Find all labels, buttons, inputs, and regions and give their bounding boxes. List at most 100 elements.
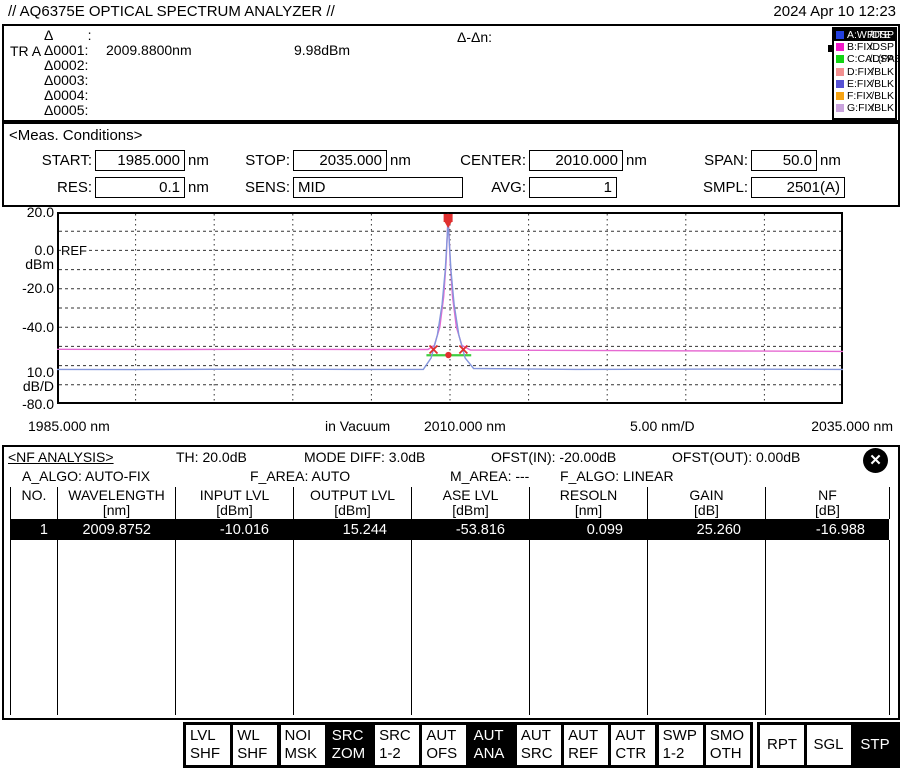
stop-field: STOP:2035.000nm xyxy=(232,150,411,172)
table-cell: -16.988 xyxy=(765,521,889,540)
delta-marker-row: Δ0005: xyxy=(44,103,350,118)
delta-level: 9.98dBm xyxy=(294,43,350,58)
trace-info-panel: TR A Δ :Δ0001:2009.8800nm9.98dBmΔ0002:Δ0… xyxy=(2,24,900,122)
x-start-label: 1985.000 nm xyxy=(28,418,110,434)
legend-item[interactable]: D:FIX/BLK xyxy=(834,66,895,78)
softkey-noi-msk[interactable]: NOIMSK xyxy=(281,725,325,765)
center-field: CENTER:2010.000nm xyxy=(454,150,647,172)
x-stop-label: 2035.000 nm xyxy=(811,418,893,434)
stop-input[interactable]: 2035.000 xyxy=(293,150,387,171)
table-cell: 2009.8752 xyxy=(57,521,175,540)
table-cell: 0.099 xyxy=(529,521,647,540)
page-title: // AQ6375E OPTICAL SPECTRUM ANALYZER // xyxy=(8,3,335,20)
legend-item[interactable]: E:FIX/BLK xyxy=(834,78,895,90)
table-header-cell: OUTPUT LVL[dBm] xyxy=(294,487,412,519)
sens-input[interactable]: MID xyxy=(293,177,463,198)
legend-item[interactable]: A:WRITE/DSP xyxy=(834,29,895,41)
softkey-aut-ofs[interactable]: AUTOFS xyxy=(422,725,466,765)
table-body-cell xyxy=(58,540,176,715)
legend-item[interactable]: F:FIX/BLK xyxy=(834,90,895,102)
column-unit: [dBm] xyxy=(412,503,529,518)
trace-name: E:FIX xyxy=(847,78,873,90)
legend-item[interactable]: B:FIX/DSP xyxy=(834,41,895,53)
softkey-aut-ctr[interactable]: AUTCTR xyxy=(611,725,655,765)
y-tick-neg80: -80.0 xyxy=(2,397,54,411)
softkey-src-zom[interactable]: SRCZOM xyxy=(328,725,372,765)
nf-mode-diff-param: MODE DIFF: 3.0dB xyxy=(304,449,425,465)
nf-analysis-panel: <NF ANALYSIS> TH: 20.0dB MODE DIFF: 3.0d… xyxy=(2,445,900,720)
delta-marker-row: Δ0002: xyxy=(44,58,350,73)
delta-label: Δ0005: xyxy=(44,103,106,118)
softkey-main: LVLSHFWLSHFNOIMSKSRCZOMSRC1-2AUTOFSAUTAN… xyxy=(183,722,753,768)
avg-label: AVG: xyxy=(454,177,526,196)
delta-label: Δ0004: xyxy=(44,88,106,103)
softkey-swp-1-2[interactable]: SWP1-2 xyxy=(659,725,703,765)
span-input[interactable]: 50.0 xyxy=(751,150,817,171)
smpl-input[interactable]: 2501(A) xyxy=(751,177,845,198)
smpl-field: SMPL:2501(A) xyxy=(696,177,845,199)
column-unit: [nm] xyxy=(58,503,175,518)
smpl-label: SMPL: xyxy=(696,177,748,196)
y-tick-neg20: -20.0 xyxy=(2,281,54,295)
avg-field: AVG:1 xyxy=(454,177,617,199)
softkey-src-1-2[interactable]: SRC1-2 xyxy=(375,725,419,765)
delta-label: Δ0001: xyxy=(44,43,106,58)
y-tick-neg40: -40.0 xyxy=(2,320,54,334)
legend-item[interactable]: G:FIX/BLK xyxy=(834,102,895,114)
trace-color-swatch xyxy=(836,104,844,112)
plot-area xyxy=(57,212,843,409)
nf-table-row[interactable]: 12009.8752-10.01615.244-53.8160.09925.26… xyxy=(10,521,889,540)
nf-ofst-out-param: OFST(OUT): 0.00dB xyxy=(672,449,800,465)
column-unit: [dB] xyxy=(766,503,889,518)
y-tick-0: 0.0 xyxy=(2,243,54,257)
avg-input[interactable]: 1 xyxy=(529,177,617,198)
start-input[interactable]: 1985.000 xyxy=(95,150,185,171)
y-tick-20: 20.0 xyxy=(2,205,54,219)
column-unit: [dBm] xyxy=(294,503,411,518)
trace-name: F:FIX xyxy=(847,90,873,102)
trace-color-swatch xyxy=(836,68,844,76)
column-name: NO. xyxy=(11,488,57,503)
table-cell: 1 xyxy=(10,521,57,540)
softkey-wl-shf[interactable]: WLSHF xyxy=(233,725,277,765)
column-unit: [dBm] xyxy=(176,503,293,518)
table-body-cell xyxy=(412,540,530,715)
nf-results-table: NO.WAVELENGTH[nm]INPUT LVL[dBm]OUTPUT LV… xyxy=(10,487,889,715)
meas-conditions-title: <Meas. Conditions> xyxy=(9,127,142,144)
softkey-sgl[interactable]: SGL xyxy=(807,725,851,765)
nf-m-area-param: M_AREA: --- xyxy=(450,468,529,484)
table-header-cell: NO. xyxy=(11,487,58,519)
res-input[interactable]: 0.1 xyxy=(95,177,185,198)
softkey-smo-oth[interactable]: SMOOTH xyxy=(706,725,750,765)
center-input[interactable]: 2010.000 xyxy=(529,150,623,171)
softkey-lvl-shf[interactable]: LVLSHF xyxy=(186,725,230,765)
delta-marker-row: Δ0001:2009.8800nm9.98dBm xyxy=(44,43,350,58)
trace-color-swatch xyxy=(836,55,844,63)
table-cell: 25.260 xyxy=(647,521,765,540)
nf-f-algo-param: F_ALGO: LINEAR xyxy=(560,468,674,484)
sens-field: SENS:MID xyxy=(232,177,463,199)
table-body-cell xyxy=(530,540,648,715)
sens-label: SENS: xyxy=(232,177,290,196)
softkey-rpt[interactable]: RPT xyxy=(760,725,804,765)
column-name: RESOLN xyxy=(530,488,647,503)
x-axis-labels: 1985.000 nm in Vacuum 2010.000 nm 5.00 n… xyxy=(0,418,900,436)
table-body-cell xyxy=(648,540,766,715)
trace-status: /BLK xyxy=(871,78,894,90)
nf-th-param: TH: 20.0dB xyxy=(176,449,247,465)
delta-marker-row: Δ : xyxy=(44,28,350,43)
close-icon[interactable]: ✕ xyxy=(863,448,888,473)
y-scale-value: 10.0 xyxy=(2,365,54,379)
table-body-cell xyxy=(766,540,890,715)
res-label: RES: xyxy=(22,177,92,196)
softkey-aut-ana[interactable]: AUTANA xyxy=(470,725,514,765)
softkey-aut-src[interactable]: AUTSRC xyxy=(517,725,561,765)
table-header-cell: NF[dB] xyxy=(766,487,890,519)
legend-item[interactable]: C:CAL(PASE)/DSP xyxy=(834,53,895,65)
table-cell: -53.816 xyxy=(411,521,529,540)
softkey-stp[interactable]: STP xyxy=(853,725,897,765)
trace-status: /BLK xyxy=(871,102,894,114)
column-name: WAVELENGTH xyxy=(58,488,175,503)
softkey-aut-ref[interactable]: AUTREF xyxy=(564,725,608,765)
trace-color-swatch xyxy=(836,92,844,100)
